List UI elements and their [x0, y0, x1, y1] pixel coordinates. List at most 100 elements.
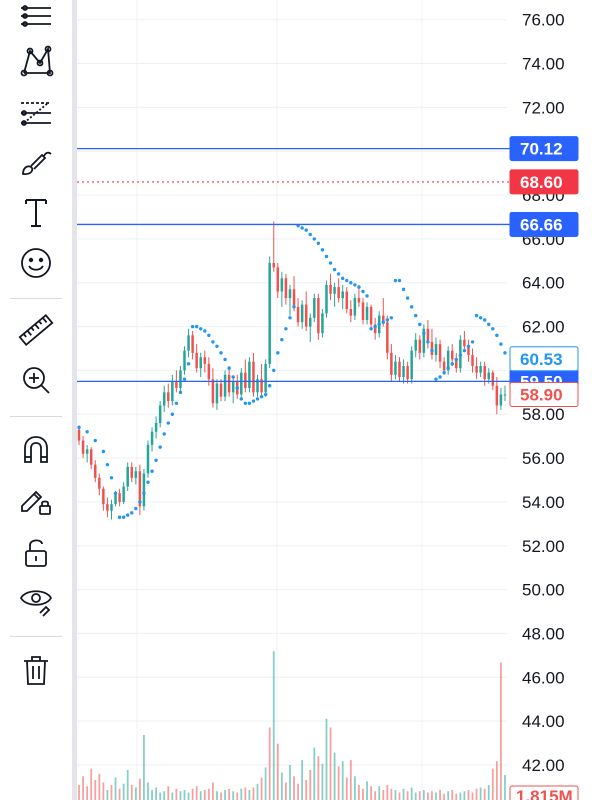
candle-body	[499, 394, 503, 406]
candle-body	[284, 278, 288, 299]
volume-bar	[394, 790, 397, 800]
volume-bar	[151, 790, 153, 800]
sar-dot	[422, 331, 426, 335]
candle-body	[81, 440, 85, 454]
price-axis-label: 56.00	[522, 449, 565, 468]
volume-bar	[431, 791, 433, 800]
volume-bar	[459, 792, 462, 800]
volume-bar	[410, 787, 413, 800]
hide-tool[interactable]	[14, 580, 58, 620]
sar-dot	[235, 386, 239, 390]
sar-dot	[162, 432, 166, 436]
sar-dot	[247, 401, 252, 405]
pattern-tool[interactable]	[14, 41, 58, 81]
candle-body	[313, 298, 316, 318]
text-icon	[25, 199, 47, 227]
horizontal-lines	[77, 147, 512, 383]
fib-tool[interactable]	[14, 93, 58, 133]
magnet-tool[interactable]	[14, 430, 58, 470]
sar-dot	[381, 320, 385, 324]
sar-dot	[397, 278, 402, 283]
candle-body	[442, 361, 446, 371]
price-axis-label: 42.00	[522, 756, 565, 775]
sar-dot	[292, 305, 296, 309]
candle-body	[106, 504, 109, 511]
sar-dot	[324, 254, 329, 259]
volume-bar	[317, 756, 320, 800]
sar-dot	[332, 267, 337, 272]
candle-body	[219, 383, 223, 397]
sar-dot	[361, 289, 365, 294]
measure-tool[interactable]	[14, 310, 58, 350]
sar-dot	[434, 377, 438, 381]
candle-body	[495, 385, 499, 406]
sar-dot	[239, 397, 243, 401]
sar-dot	[341, 276, 345, 281]
trash-icon	[24, 656, 48, 685]
candle-body	[341, 291, 344, 299]
candle-body	[337, 287, 340, 299]
sar-dot	[219, 351, 223, 355]
magnet-icon	[24, 436, 48, 463]
sar-dot	[316, 241, 321, 245]
candle-body	[487, 372, 491, 380]
candle-body	[471, 355, 474, 367]
candle-body	[191, 335, 194, 353]
volume-bar	[268, 727, 271, 800]
sar-dot	[77, 425, 81, 430]
lock-drawing-tool[interactable]	[14, 480, 58, 520]
candle-body	[394, 361, 397, 375]
candle-body	[102, 488, 105, 505]
candle-body	[398, 361, 401, 377]
sar-dot	[373, 324, 377, 329]
volume-bar	[504, 775, 506, 800]
lock-all-tool[interactable]	[14, 532, 58, 572]
sar-dot	[227, 366, 231, 370]
text-tool[interactable]	[14, 192, 58, 232]
line-price-tag-text: 70.12	[520, 140, 563, 159]
price-chart[interactable]: 76.0074.0072.0070.0068.0066.0064.0062.00…	[77, 0, 600, 800]
candle-body	[288, 289, 292, 299]
candle-body	[430, 341, 434, 356]
lines-tool[interactable]	[14, 0, 58, 40]
volume-bar	[118, 788, 121, 800]
candle-body	[175, 381, 178, 388]
sar-dot	[223, 357, 227, 362]
zoom-tool[interactable]	[14, 360, 58, 400]
horizontal-lines-icon	[21, 5, 51, 27]
volume-bar	[337, 766, 340, 800]
candle-body	[207, 363, 211, 380]
volume-bar	[439, 790, 441, 800]
candle-body	[244, 372, 247, 388]
sar-dot	[170, 412, 175, 416]
price-axis-label: 48.00	[522, 624, 565, 643]
volume-bar	[479, 787, 482, 800]
volume-bar	[487, 785, 490, 800]
smiley-icon	[21, 248, 51, 278]
candle-body	[211, 379, 215, 404]
volume-bar	[256, 783, 259, 800]
volume-bar	[86, 786, 89, 800]
emoji-tool[interactable]	[14, 243, 58, 283]
candle-body	[434, 344, 438, 356]
volume-bar	[289, 765, 291, 800]
volume-bar	[143, 735, 145, 800]
candle-body	[483, 366, 486, 380]
sar-dot	[199, 327, 203, 331]
sar-dot	[389, 316, 394, 320]
candle-body	[89, 449, 93, 465]
brush-icon	[22, 151, 52, 175]
candle-body	[110, 504, 113, 511]
volume-bar	[195, 786, 198, 800]
delete-tool[interactable]	[14, 650, 58, 690]
volume-bar	[260, 777, 263, 800]
sar-dot	[401, 287, 406, 292]
sar-dot	[251, 399, 256, 403]
volume-bar	[179, 791, 182, 800]
volume-bars	[78, 651, 506, 800]
volume-bar	[159, 792, 162, 800]
brush-tool[interactable]	[14, 142, 58, 182]
volume-bar	[82, 776, 84, 800]
volume-bar	[325, 718, 328, 800]
candle-body	[179, 370, 182, 388]
